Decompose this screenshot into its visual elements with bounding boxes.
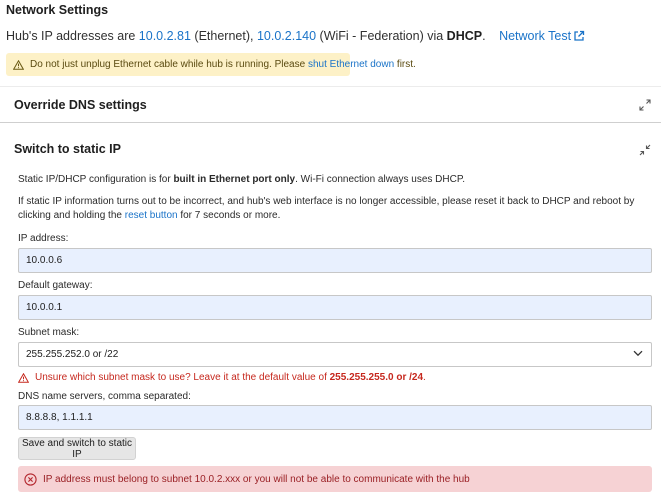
ethernet-ip-link[interactable]: 10.0.2.81 [139,29,191,43]
network-test-link[interactable]: Network Test [499,29,585,43]
reset-instructions: If static IP information turns out to be… [18,195,648,223]
subnet-mask-value: 255.255.252.0 or /22 [26,349,119,360]
ethernet-label: (Ethernet), [194,29,254,43]
subnet-mask-hint: Unsure which subnet mask to use? Leave i… [18,372,426,383]
page-title: Network Settings [6,3,109,17]
dns-servers-label: DNS name servers, comma separated: [18,391,191,402]
dns-panel-title: Override DNS settings [14,98,147,112]
expand-icon[interactable] [639,98,651,116]
wifi-label: (WiFi - Federation) via [319,29,444,43]
network-test-label: Network Test [499,29,572,43]
subnet-mask-label: Subnet mask: [18,327,80,338]
warning-triangle-icon [13,59,24,70]
ip-address-input[interactable]: 10.0.0.6 [18,248,652,273]
ip-period: . [482,29,486,43]
reset-instructions-end: for 7 seconds or more. [180,210,281,221]
ip-address-label: IP address: [18,233,69,244]
default-gateway-input[interactable]: 10.0.0.1 [18,295,652,320]
error-circle-x-icon [24,472,37,486]
static-ip-panel-title[interactable]: Switch to static IP [14,142,121,156]
save-static-ip-button[interactable]: Save and switch to static IP [18,437,136,460]
dns-servers-input[interactable]: 8.8.8.8, 1.1.1.1 [18,405,652,430]
external-link-icon [573,30,585,45]
static-ip-note: Static IP/DHCP configuration is for buil… [18,173,465,187]
shut-ethernet-down-link[interactable]: shut Ethernet down [308,59,394,70]
reset-instructions-text: If static IP information turns out to be… [18,196,635,221]
note-emphasis: built in Ethernet port only [173,174,296,185]
hint-default-value: 255.255.255.0 or /24 [329,372,424,383]
ethernet-warning-banner: Do not just unplug Ethernet cable while … [6,53,416,76]
wifi-ip-link[interactable]: 10.0.2.140 [257,29,316,43]
hint-text: Unsure which subnet mask to use? Leave i… [35,372,327,383]
note-prefix: Static IP/DHCP configuration is for [18,174,171,185]
default-gateway-label: Default gateway: [18,280,93,291]
dns-override-panel[interactable]: Override DNS settings [0,87,661,123]
collapse-icon[interactable] [639,143,651,161]
ip-intro: Hub's IP addresses are [6,29,136,43]
subnet-mask-select[interactable]: 255.255.252.0 or /22 [18,342,652,367]
reset-button-link[interactable]: reset button [125,210,178,221]
warning-triangle-icon [18,372,29,383]
warning-text-start: Do not just unplug Ethernet cable while … [30,59,306,70]
note-suffix: . Wi-Fi connection always uses DHCP. [295,174,465,185]
ip-summary: Hub's IP addresses are 10.0.2.81 (Ethern… [6,29,585,45]
hint-period: . [423,372,426,383]
ip-mode: DHCP [446,29,483,43]
warning-text-end: first. [396,59,416,70]
ip-error-banner: IP address must belong to subnet 10.0.2.… [18,466,652,492]
ip-error-text: IP address must belong to subnet 10.0.2.… [43,473,470,485]
chevron-down-icon [633,349,643,360]
